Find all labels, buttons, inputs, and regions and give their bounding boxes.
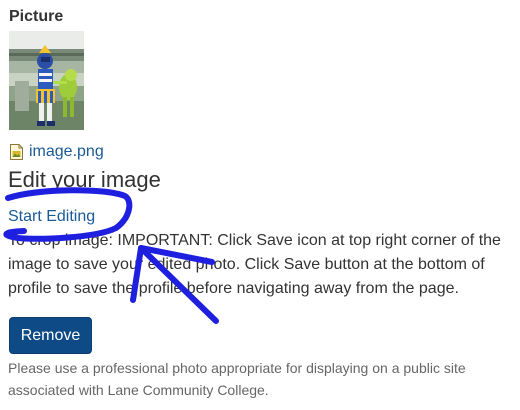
start-editing-link[interactable]: Start Editing <box>8 207 95 227</box>
edit-image-heading: Edit your image <box>8 167 161 192</box>
picture-field-label: Picture <box>9 8 64 25</box>
picture-thumbnail[interactable] <box>9 31 84 130</box>
picture-help-text: Please use a professional photo appropri… <box>8 360 466 398</box>
image-file-icon <box>10 144 23 160</box>
file-link[interactable]: image.png <box>29 143 104 161</box>
editing-instructions: To crop image: IMPORTANT: Click Save ico… <box>8 232 501 297</box>
file-row: image.png <box>10 142 104 162</box>
remove-button[interactable]: Remove <box>9 317 92 354</box>
picture-field: Picture image.png Edit your image Start … <box>0 0 520 410</box>
